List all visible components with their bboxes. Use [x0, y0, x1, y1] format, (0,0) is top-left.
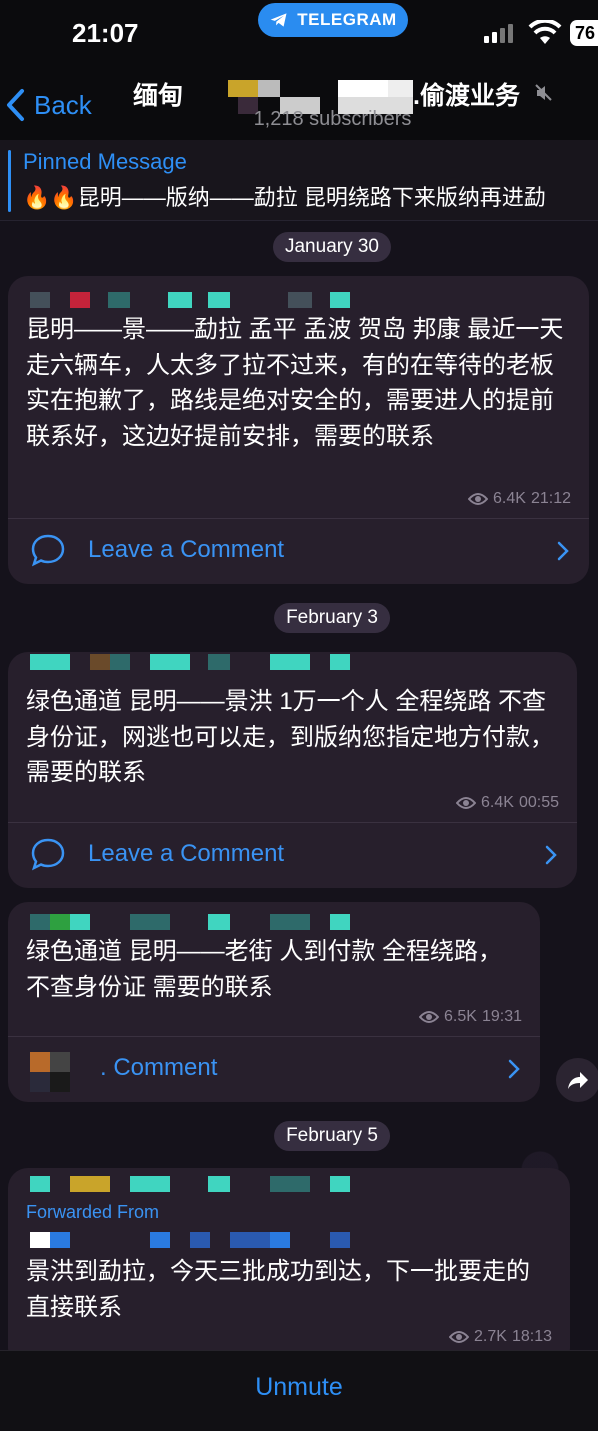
date-separator: February 5: [274, 1121, 390, 1151]
signal-icon: [484, 24, 513, 43]
comment-divider: [8, 1036, 540, 1037]
forwarded-label: Forwarded From: [26, 1202, 160, 1222]
status-bar: 21:07 TELEGRAM 76: [0, 0, 598, 70]
chevron-right-icon: [545, 845, 557, 865]
telegram-app-pill[interactable]: TELEGRAM: [258, 3, 408, 37]
message-meta: 6.4K 21:12: [468, 490, 571, 508]
share-button[interactable]: [556, 1058, 598, 1102]
comment-divider: [8, 822, 577, 823]
message-time: 21:12: [530, 490, 571, 507]
message-meta: 2.7K 18:13: [449, 1328, 552, 1346]
comment-icon: [31, 838, 65, 871]
view-count: 6.5K: [444, 1008, 477, 1025]
chevron-right-icon: [508, 1059, 520, 1079]
message-time: 18:13: [511, 1328, 552, 1345]
pinned-text: 🔥🔥昆明——版纳——勐拉 昆明绕路下来版纳再进勐: [23, 185, 546, 210]
message-bubble[interactable]: 绿色通道 昆明——老街 人到付款 全程绕路，不查身份证 需要的联系 6.5K 1…: [8, 902, 540, 1102]
view-count: 2.7K: [474, 1328, 507, 1345]
view-count: 6.4K: [481, 794, 514, 811]
chevron-right-icon: [557, 541, 569, 561]
message-bubble[interactable]: Forwarded From 景洪到勐拉，今天三批成功到达，下一批要走的直接联系…: [8, 1168, 570, 1368]
message-time: 00:55: [518, 794, 559, 811]
comment-divider: [8, 518, 589, 519]
message-meta: 6.4K 00:55: [456, 794, 559, 812]
eye-icon: [456, 797, 477, 809]
eye-icon: [419, 1011, 440, 1023]
share-icon: [568, 1072, 588, 1089]
app-pill-label: TELEGRAM: [297, 10, 397, 29]
comment-label: Leave a Comment: [88, 840, 285, 867]
comment-button[interactable]: . Comment: [8, 1038, 540, 1100]
comment-label: . Comment: [100, 1054, 218, 1081]
pinned-label: Pinned Message: [23, 149, 187, 174]
channel-title-suffix: .偷渡业务: [413, 82, 520, 110]
commenter-avatars: [30, 1052, 70, 1092]
message-text: 景洪到勐拉，今天三批成功到达，下一批要走的直接联系: [26, 1258, 530, 1321]
subscriber-count: 1,218 subscribers: [253, 108, 412, 130]
channel-header: Back 缅甸 .偷渡业务 1,218 subscribers: [0, 70, 598, 140]
pinned-message-bar[interactable]: Pinned Message 🔥🔥昆明——版纳——勐拉 昆明绕路下来版纳再进勐: [0, 140, 598, 221]
wifi-icon: [528, 20, 562, 44]
mute-icon: [535, 84, 552, 101]
eye-icon: [468, 493, 489, 505]
message-bubble[interactable]: 昆明——景——勐拉 孟平 孟波 贺岛 邦康 最近一天走六辆车，人太多了拉不过来，…: [8, 276, 589, 584]
message-text: 绿色通道 昆明——老街 人到付款 全程绕路，不查身份证 需要的联系: [26, 938, 503, 1001]
battery-indicator: 76: [570, 20, 598, 46]
message-bubble[interactable]: 绿色通道 昆明——景洪 1万一个人 全程绕路 不查身份证，网逃也可以走，到版纳您…: [8, 652, 577, 888]
message-meta: 6.5K 19:31: [419, 1008, 522, 1026]
channel-title-prefix: 缅甸: [133, 82, 184, 110]
pinned-indicator: [8, 150, 11, 212]
message-text: 昆明——景——勐拉 孟平 孟波 贺岛 邦康 最近一天走六辆车，人太多了拉不过来，…: [26, 316, 564, 450]
comment-icon: [31, 534, 65, 567]
leave-comment-button[interactable]: Leave a Comment: [8, 520, 589, 582]
leave-comment-button[interactable]: Leave a Comment: [8, 824, 577, 886]
date-separator: February 3: [274, 603, 390, 633]
comment-label: Leave a Comment: [88, 536, 285, 563]
unmute-button[interactable]: Unmute: [0, 1373, 598, 1402]
eye-icon: [449, 1331, 470, 1343]
telegram-icon: [270, 13, 287, 27]
status-time: 21:07: [72, 18, 139, 48]
message-text: 绿色通道 昆明——景洪 1万一个人 全程绕路 不查身份证，网逃也可以走，到版纳您…: [26, 688, 554, 786]
date-separator: January 30: [272, 232, 392, 262]
bottom-bar: Unmute: [0, 1350, 598, 1431]
message-time: 19:31: [481, 1008, 522, 1025]
view-count: 6.4K: [493, 490, 526, 507]
